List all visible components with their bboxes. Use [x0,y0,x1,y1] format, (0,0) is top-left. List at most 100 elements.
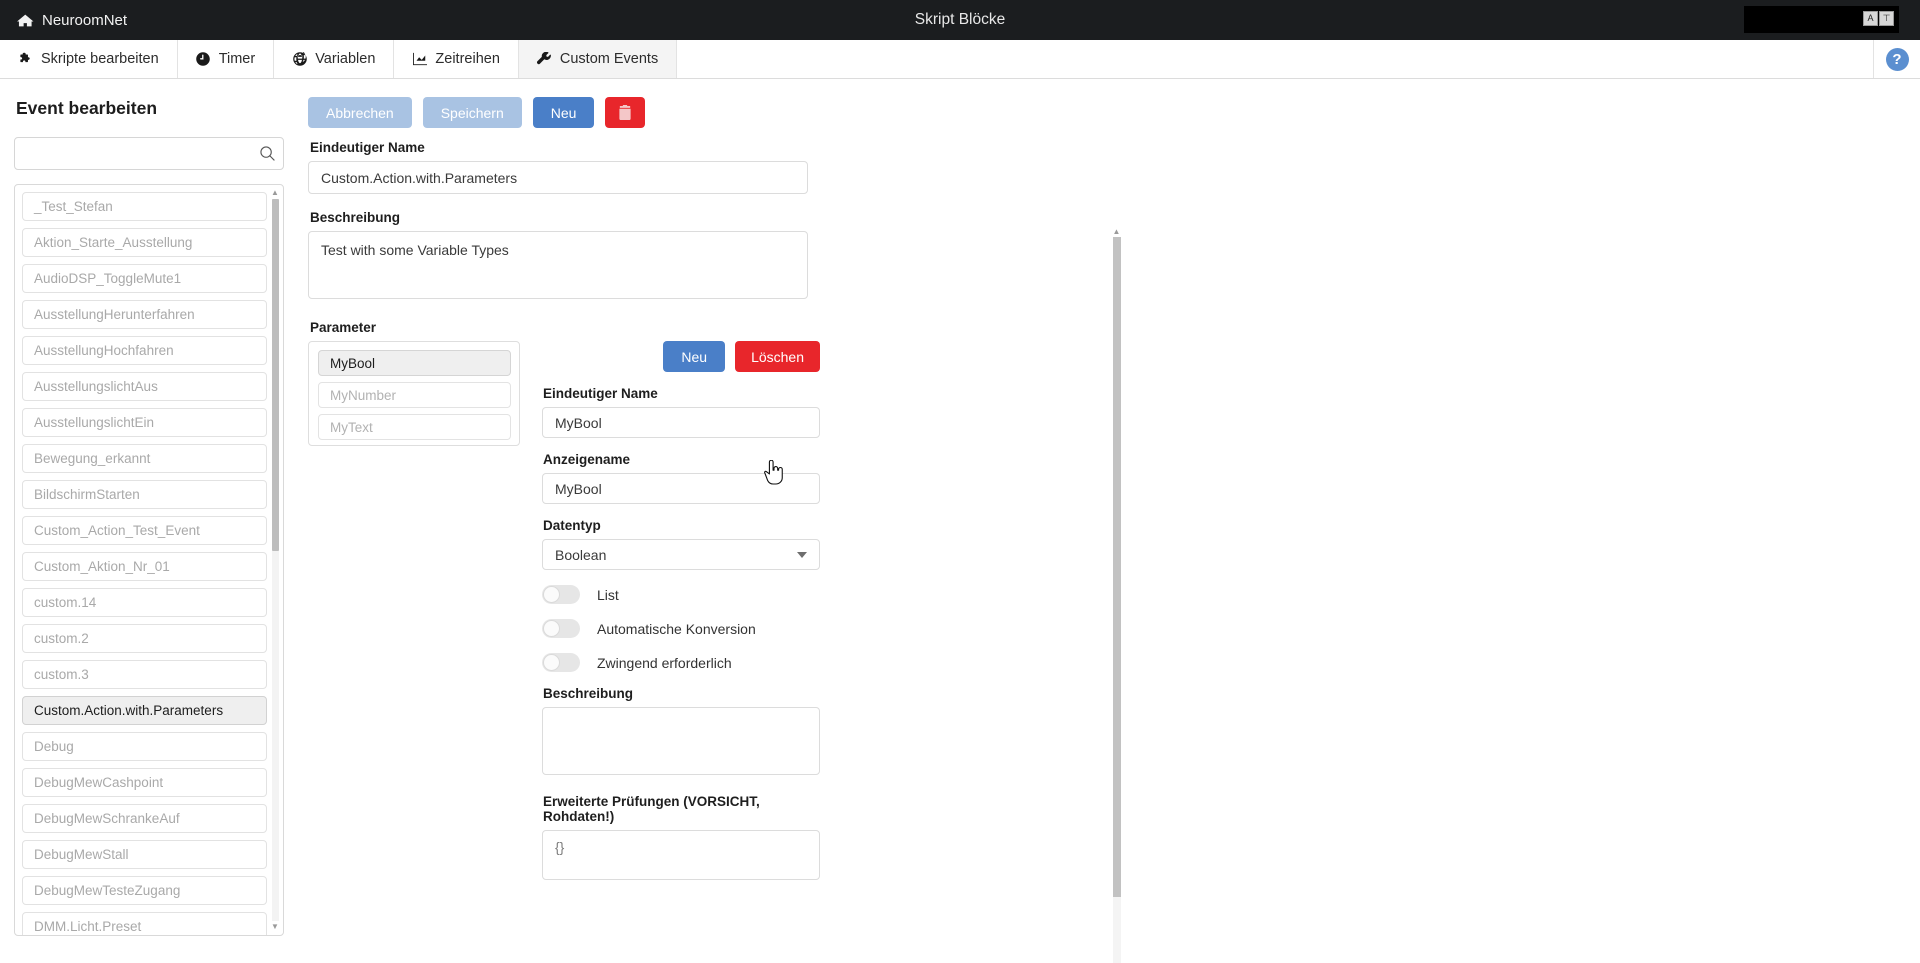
scroll-down-icon[interactable]: ▼ [270,923,280,931]
list-item[interactable]: DebugMewStall [22,840,267,869]
parameter-list-item[interactable]: MyNumber [318,382,511,408]
list-item[interactable]: AusstellungslichtAus [22,372,267,401]
list-item[interactable]: AusstellungHochfahren [22,336,267,365]
list-item-label: DebugMewSchrankeAuf [34,811,180,826]
list-item-label: _Test_Stefan [34,199,113,214]
list-item-label: custom.2 [34,631,89,646]
search-box[interactable] [14,137,284,170]
param-delete-button[interactable]: Löschen [735,341,820,372]
list-item[interactable]: AusstellungslichtEin [22,408,267,437]
list-item[interactable]: AusstellungHerunterfahren [22,300,267,329]
list-item-label: DebugMewStall [34,847,129,862]
parameter-label: Parameter [310,320,377,335]
parameter-list-item-label: MyNumber [330,387,397,403]
tab-label: Custom Events [559,51,659,67]
event-name-label: Eindeutiger Name [310,140,425,155]
search-input[interactable] [25,146,260,161]
list-item[interactable]: DMM.Licht.Preset [22,912,267,935]
toggle-label: List [597,586,619,603]
list-item[interactable]: DebugMewTesteZugang [22,876,267,905]
toggle-label: Automatische Konversion [597,620,756,637]
wrench-icon [537,52,552,67]
parameter-detail: Neu Löschen Eindeutiger Name Anzeigename… [542,341,820,885]
param-description-textarea[interactable] [542,707,820,775]
parameter-list-item[interactable]: MyText [318,414,511,440]
list-item[interactable]: Aktion_Starte_Ausstellung [22,228,267,257]
tab-variablen[interactable]: Variablen [274,40,395,78]
list-item[interactable]: Bewegung_erkannt [22,444,267,473]
event-name-input[interactable] [308,161,808,194]
parameter-section: MyBool MyNumber MyText Neu Löschen Eindeut… [308,341,1126,885]
toggle-label: Zwingend erforderlich [597,654,732,671]
home-icon [17,14,34,26]
search-icon[interactable] [260,146,275,161]
list-item[interactable]: DebugMewCashpoint [22,768,267,797]
parameter-list[interactable]: MyBool MyNumber MyText [308,341,520,446]
list-item[interactable]: BildschirmStarten [22,480,267,509]
mini-icon-group[interactable]: A ⊤ [1863,11,1894,26]
list-item[interactable]: Custom_Aktion_Nr_01 [22,552,267,581]
event-description-label: Beschreibung [310,210,401,225]
parameter-buttons: Neu Löschen [542,341,820,372]
clock-icon [196,52,211,67]
main-scrollbar[interactable]: ▲ ▼ [1110,227,1123,963]
param-new-button[interactable]: Neu [663,341,726,372]
tab-zeitreihen[interactable]: Zeitreihen [394,40,519,78]
param-display-input[interactable] [542,473,820,504]
list-item[interactable]: _Test_Stefan [22,192,267,221]
list-item[interactable]: Debug [22,732,267,761]
main-scrollbar-thumb[interactable] [1113,237,1121,897]
cancel-button[interactable]: Abbrechen [308,97,412,128]
main-scroll-up-icon[interactable]: ▲ [1110,227,1123,236]
list-item-label: DMM.Licht.Preset [34,919,142,934]
list-item-label: Custom_Aktion_Nr_01 [34,559,170,574]
list-item-label: custom.14 [34,595,97,610]
list-item[interactable]: custom.14 [22,588,267,617]
tab-label: Timer [218,51,256,67]
event-list-scrollbar[interactable]: ▲ ▼ [270,189,280,931]
list-item[interactable]: Custom_Action_Test_Event [22,516,267,545]
param-datatype-select[interactable]: Boolean [542,539,820,570]
delete-button[interactable] [605,97,646,128]
list-item[interactable]: AudioDSP_ToggleMute1 [22,264,267,293]
page-title: Skript Blöcke [914,11,1006,28]
param-description-label: Beschreibung [543,686,634,701]
param-name-input[interactable] [542,407,820,438]
param-advanced-label: Erweiterte Prüfungen (VORSICHT, Rohdaten… [543,794,760,824]
toggle-switch[interactable] [542,585,580,604]
puzzle-icon [18,52,33,67]
tab-timer[interactable]: Timer [177,40,275,78]
event-list-scroll[interactable]: _Test_Stefan Aktion_Starte_Ausstellung Aud… [22,192,277,935]
brand[interactable]: NeuroomNet [17,12,127,29]
tab-custom-events[interactable]: Custom Events [518,40,678,78]
font-size-icon[interactable]: A [1863,11,1878,26]
toggle-row: Zwingend erforderlich [542,653,820,672]
tab-label: Variablen [315,51,376,67]
tab-bar: Skripte bearbeiten Timer Variablen Zeitr… [0,40,1920,79]
toggle-knob [543,586,560,603]
toggle-switch[interactable] [542,653,580,672]
tab-skripte-bearbeiten[interactable]: Skripte bearbeiten [0,40,178,78]
top-bar: NeuroomNet Skript Blöcke A ⊤ [0,0,1920,40]
pin-icon[interactable]: ⊤ [1879,11,1894,26]
toggle-switch[interactable] [542,619,580,638]
list-item[interactable]: custom.2 [22,624,267,653]
list-item-label: Aktion_Starte_Ausstellung [34,235,193,250]
param-advanced-textarea[interactable]: {} [542,830,820,880]
trash-icon [619,105,632,120]
event-description-textarea[interactable]: Test with some Variable Types [308,231,808,299]
list-item-label: Bewegung_erkannt [34,451,151,466]
question-mark-icon[interactable]: ? [1885,47,1909,71]
scrollbar-thumb[interactable] [272,199,279,551]
list-item[interactable]: Custom.Action.with.Parameters [22,696,267,725]
list-item[interactable]: custom.3 [22,660,267,689]
sidebar: Event bearbeiten _Test_Stefan Aktion_Star… [0,79,298,963]
list-item-label: DebugMewCashpoint [34,775,164,790]
list-item-label: AusstellungslichtEin [34,415,155,430]
list-item[interactable]: DebugMewSchrankeAuf [22,804,267,833]
save-button[interactable]: Speichern [422,97,522,128]
parameter-list-item[interactable]: MyBool [318,350,511,376]
new-button[interactable]: Neu [532,97,595,128]
scroll-up-icon[interactable]: ▲ [270,189,280,197]
param-name-label: Eindeutiger Name [543,386,658,401]
